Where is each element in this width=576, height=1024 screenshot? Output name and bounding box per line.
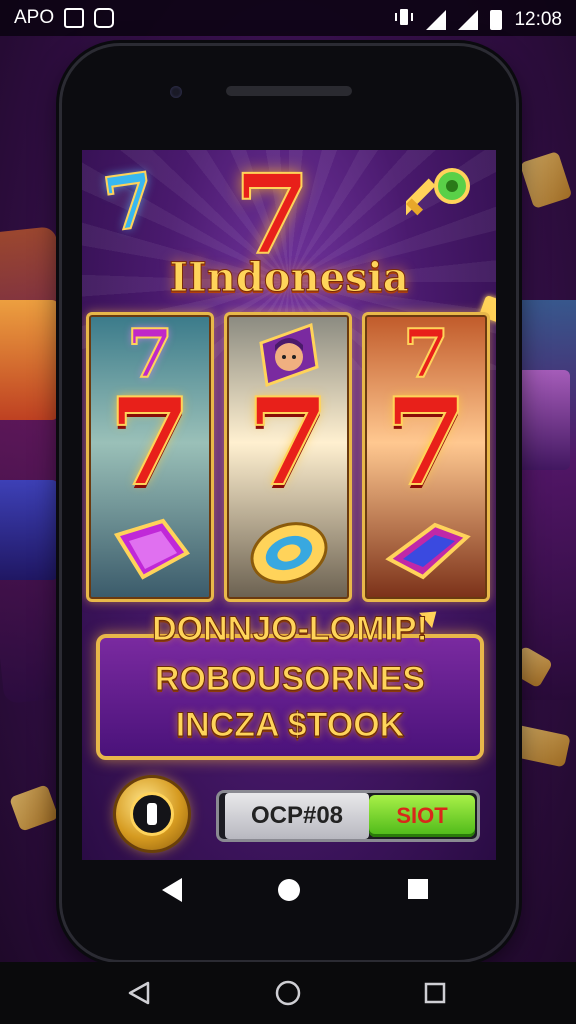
system-navigation-bar	[0, 962, 576, 1024]
blue-seven-icon: 7	[97, 156, 162, 250]
vibrate-icon	[394, 7, 414, 33]
reel-2[interactable]: 7	[224, 312, 352, 602]
code-display: OCP#08 SIOT	[216, 790, 480, 842]
coin-decoration-icon	[509, 724, 571, 768]
coin-button[interactable]	[116, 778, 188, 850]
banner-line-1: DONNJO-LOMIP!	[152, 610, 429, 649]
status-time: 12:08	[514, 9, 562, 30]
blue-gem-icon	[385, 522, 471, 580]
purple-gem-icon	[113, 518, 190, 580]
front-camera-icon	[170, 86, 182, 98]
coin-decoration-icon	[519, 150, 573, 210]
red-seven-icon: 7	[107, 372, 193, 513]
background-machine-screen	[508, 370, 570, 470]
coin-decoration-icon	[9, 784, 59, 832]
background-slot-machine-right	[506, 300, 576, 700]
code-value: OCP#08	[225, 793, 369, 839]
back-icon[interactable]	[162, 878, 182, 902]
red-seven-icon: 7	[245, 372, 331, 513]
signal-icon	[458, 10, 479, 30]
banner-line-3: INCZA $TOOK	[175, 706, 405, 745]
recents-icon[interactable]	[408, 879, 428, 899]
back-icon[interactable]	[126, 980, 152, 1006]
slot-button[interactable]: SIOT	[369, 795, 475, 837]
game-screen[interactable]: 7 7 IIndonesia 7 7 7 7 7 DONNJO-LOMIP! R…	[82, 150, 496, 860]
battery-icon	[490, 10, 503, 30]
background-machine-screen	[0, 300, 58, 420]
coin-bar-icon	[147, 803, 157, 825]
coin-face-icon	[130, 792, 174, 836]
key-icon	[406, 168, 470, 217]
reel-3[interactable]: 7 7	[362, 312, 490, 602]
home-icon[interactable]	[274, 979, 302, 1007]
gold-chip-icon	[250, 522, 328, 584]
background-machine-screen	[0, 480, 58, 580]
no-signal-icon	[426, 10, 447, 30]
notification-square-icon	[64, 8, 85, 28]
carrier-label: APO	[14, 7, 55, 28]
home-icon[interactable]	[278, 879, 300, 901]
phone-frame: 7 7 IIndonesia 7 7 7 7 7 DONNJO-LOMIP! R…	[62, 46, 516, 960]
reel-1[interactable]: 7 7	[86, 312, 214, 602]
message-icon	[94, 8, 115, 28]
promo-banner[interactable]: DONNJO-LOMIP! ROBOUSORNES INCZA $TOOK	[96, 610, 484, 760]
red-seven-icon: 7	[383, 372, 469, 513]
recents-icon[interactable]	[422, 980, 448, 1006]
phone-navigation-bar	[82, 860, 496, 920]
earpiece-speaker	[226, 86, 352, 96]
banner-line-2: ROBOUSORNES	[154, 660, 426, 699]
game-title: IIndonesia	[169, 254, 409, 302]
status-bar: APO 12:08	[0, 0, 576, 36]
